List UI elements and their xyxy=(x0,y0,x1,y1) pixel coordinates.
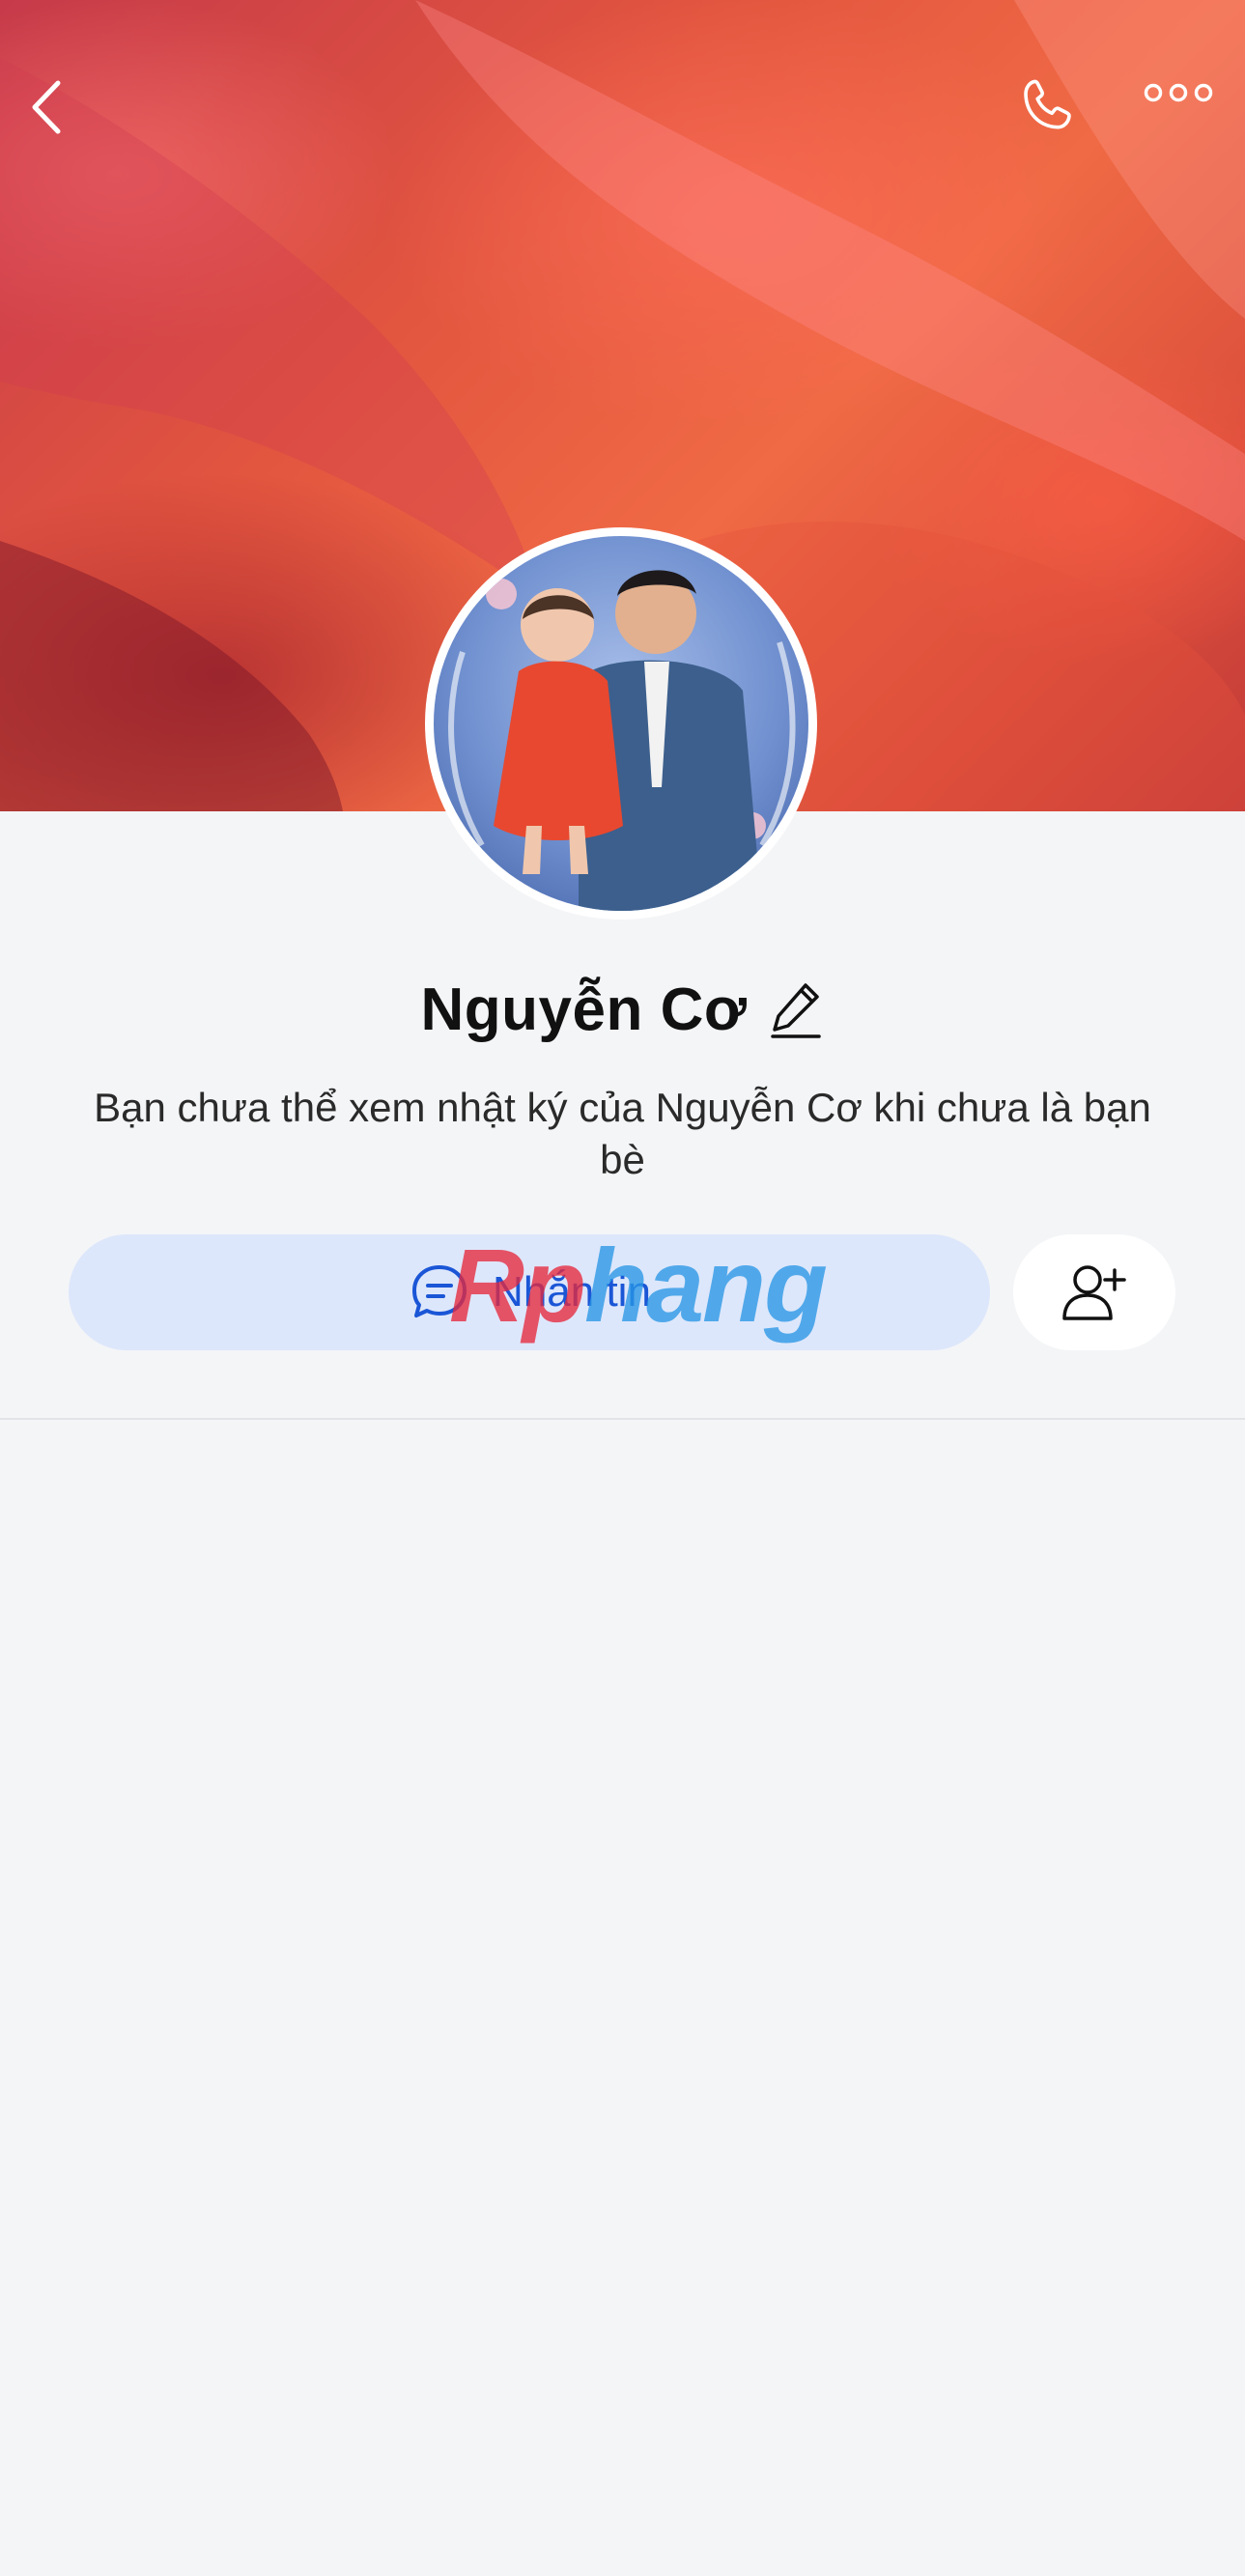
friend-restriction-notice: Bạn chưa thể xem nhật ký của Nguyễn Cơ k… xyxy=(94,1085,1151,1182)
avatar-photo xyxy=(434,536,808,911)
profile-name: Nguyễn Cơ xyxy=(420,976,748,1043)
message-button[interactable]: Nhắn tin xyxy=(69,1234,990,1350)
back-button[interactable] xyxy=(27,77,89,145)
pencil-icon xyxy=(771,983,822,1038)
avatar[interactable] xyxy=(425,527,817,920)
message-button-label: Nhắn tin xyxy=(493,1268,651,1316)
more-button[interactable] xyxy=(1144,81,1223,141)
name-row: Nguyễn Cơ xyxy=(0,971,1245,1048)
call-button[interactable] xyxy=(1018,75,1091,149)
add-friend-button[interactable] xyxy=(1013,1234,1175,1350)
more-horizontal-icon xyxy=(1144,83,1213,102)
chat-bubble-icon xyxy=(408,1260,471,1324)
edit-name-button[interactable] xyxy=(768,978,824,1040)
section-divider xyxy=(0,1418,1245,1420)
profile-screen: Nguyễn Cơ Bạn chưa thể xem nhật ký của N… xyxy=(0,0,1245,2576)
avatar-illustration xyxy=(448,570,796,911)
add-user-icon xyxy=(1062,1265,1126,1320)
chevron-left-icon xyxy=(32,80,61,134)
phone-icon xyxy=(1024,79,1071,129)
